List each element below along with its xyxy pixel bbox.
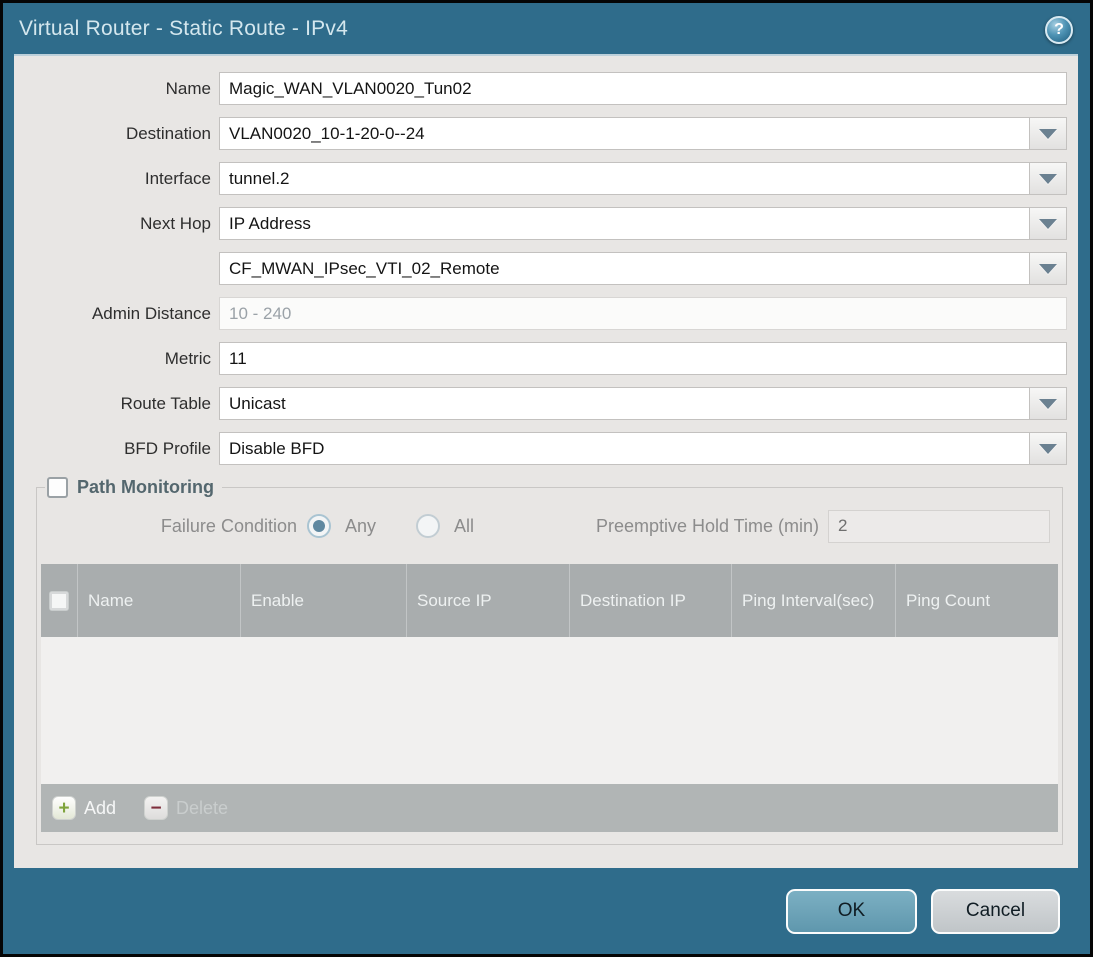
chevron-down-icon — [1039, 399, 1057, 409]
admin-distance-label: Admin Distance — [14, 304, 219, 324]
interface-label: Interface — [14, 169, 219, 189]
dialog-footer: OK Cancel — [3, 868, 1090, 954]
dialog-window: Virtual Router - Static Route - IPv4 ? N… — [0, 0, 1093, 957]
interface-input[interactable] — [219, 162, 1030, 195]
chevron-down-icon — [1039, 219, 1057, 229]
form-row-destination: Destination — [14, 117, 1067, 150]
next-hop-label: Next Hop — [14, 214, 219, 234]
any-radio-label: Any — [345, 516, 376, 537]
add-button[interactable]: + Add — [52, 796, 116, 820]
destination-dropdown-button[interactable] — [1030, 117, 1067, 150]
dialog-title: Virtual Router - Static Route - IPv4 — [19, 3, 348, 54]
chevron-down-icon — [1039, 264, 1057, 274]
path-monitoring-table: Name Enable Source IP Destination IP Pin… — [41, 564, 1058, 832]
radio-option-all: All — [416, 514, 474, 538]
table-toolbar: + Add − Delete — [41, 784, 1058, 832]
next-hop-address-input[interactable] — [219, 252, 1030, 285]
metric-input[interactable] — [219, 342, 1067, 375]
chevron-down-icon — [1039, 174, 1057, 184]
titlebar: Virtual Router - Static Route - IPv4 ? — [3, 3, 1090, 54]
table-header-ping-count: Ping Count — [895, 564, 1058, 637]
cancel-button[interactable]: Cancel — [931, 889, 1060, 934]
form-row-next-hop-address — [14, 252, 1067, 285]
route-table-label: Route Table — [14, 394, 219, 414]
preemptive-hold-time-input[interactable] — [828, 510, 1050, 543]
destination-label: Destination — [14, 124, 219, 144]
form-row-next-hop: Next Hop — [14, 207, 1067, 240]
form-row-metric: Metric — [14, 342, 1067, 375]
path-monitoring-title: Path Monitoring — [77, 477, 214, 498]
interface-dropdown-button[interactable] — [1030, 162, 1067, 195]
route-table-input[interactable] — [219, 387, 1030, 420]
name-label: Name — [14, 79, 219, 99]
form-row-admin-distance: Admin Distance — [14, 297, 1067, 330]
chevron-down-icon — [1039, 129, 1057, 139]
form-row-bfd-profile: BFD Profile — [14, 432, 1067, 465]
radio-option-any: Any — [307, 514, 376, 538]
destination-input[interactable] — [219, 117, 1030, 150]
any-radio[interactable] — [307, 514, 331, 538]
path-monitoring-legend: Path Monitoring — [45, 477, 222, 498]
next-hop-address-dropdown-button[interactable] — [1030, 252, 1067, 285]
bfd-profile-input[interactable] — [219, 432, 1030, 465]
bfd-profile-dropdown-button[interactable] — [1030, 432, 1067, 465]
delete-button[interactable]: − Delete — [144, 796, 228, 820]
bfd-profile-label: BFD Profile — [14, 439, 219, 459]
table-header-select — [41, 564, 77, 637]
next-hop-dropdown-button[interactable] — [1030, 207, 1067, 240]
plus-icon: + — [52, 796, 76, 820]
delete-button-label: Delete — [176, 798, 228, 819]
ok-button[interactable]: OK — [786, 889, 917, 934]
select-all-checkbox[interactable] — [49, 591, 69, 611]
path-monitoring-section: Path Monitoring Failure Condition Any Al… — [36, 477, 1063, 845]
next-hop-type-input[interactable] — [219, 207, 1030, 240]
dialog-body: Name Destination Interface — [14, 54, 1078, 868]
table-header-enable: Enable — [240, 564, 406, 637]
radio-dot-icon — [313, 520, 325, 532]
form-row-name: Name — [14, 72, 1067, 105]
admin-distance-input[interactable] — [219, 297, 1067, 330]
metric-label: Metric — [14, 349, 219, 369]
chevron-down-icon — [1039, 444, 1057, 454]
minus-icon: − — [144, 796, 168, 820]
table-header-row: Name Enable Source IP Destination IP Pin… — [41, 564, 1058, 637]
table-header-destination-ip: Destination IP — [569, 564, 731, 637]
table-header-source-ip: Source IP — [406, 564, 569, 637]
table-header-name: Name — [77, 564, 240, 637]
preemptive-hold-time-label: Preemptive Hold Time (min) — [514, 516, 828, 537]
table-body-empty — [41, 637, 1058, 784]
add-button-label: Add — [84, 798, 116, 819]
help-icon[interactable]: ? — [1045, 16, 1073, 44]
form-row-route-table: Route Table — [14, 387, 1067, 420]
all-radio-label: All — [454, 516, 474, 537]
all-radio[interactable] — [416, 514, 440, 538]
route-table-dropdown-button[interactable] — [1030, 387, 1067, 420]
dialog-frame: Virtual Router - Static Route - IPv4 ? N… — [3, 3, 1090, 954]
name-input[interactable] — [219, 72, 1067, 105]
failure-condition-row: Failure Condition Any All Preemptive Hol… — [39, 508, 1050, 544]
path-monitoring-checkbox[interactable] — [47, 477, 68, 498]
failure-condition-label: Failure Condition — [39, 516, 307, 537]
form-row-interface: Interface — [14, 162, 1067, 195]
table-header-ping-interval: Ping Interval(sec) — [731, 564, 895, 637]
